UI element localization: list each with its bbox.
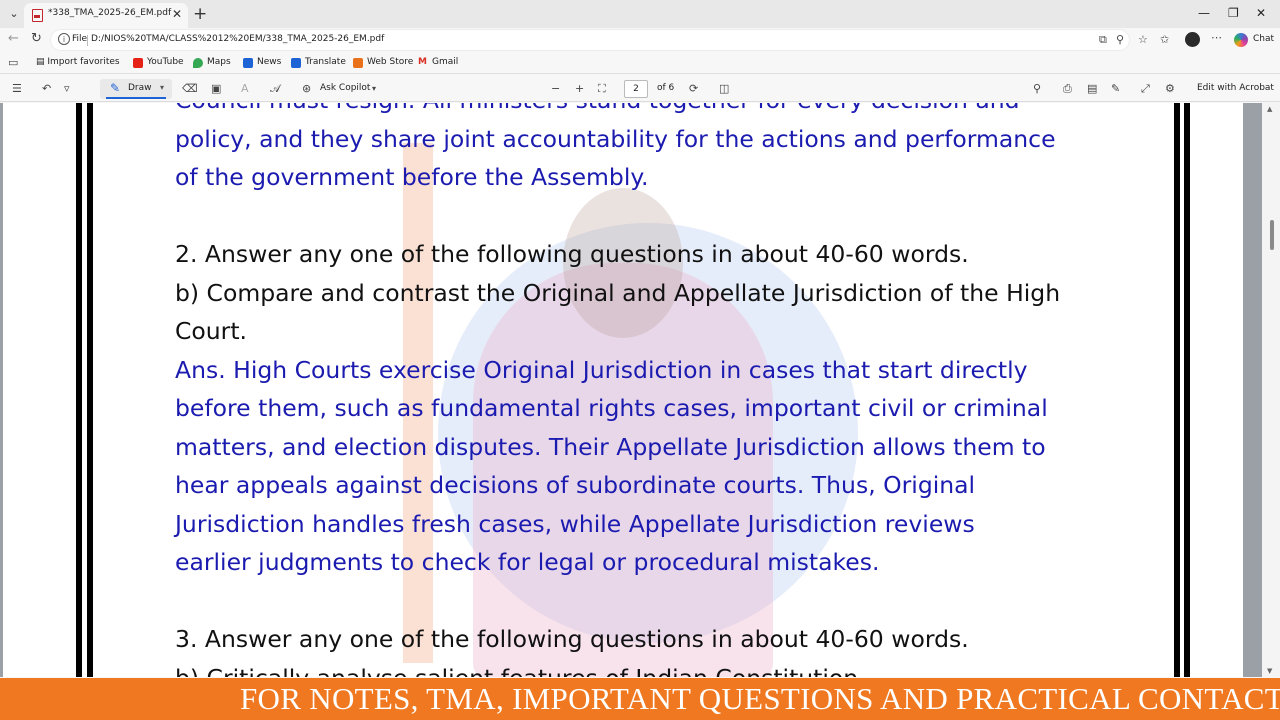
add-text-icon: A <box>241 82 249 95</box>
more-menu-icon[interactable]: ⋯ <box>1211 31 1222 44</box>
erase-icon[interactable]: ⌫ <box>182 82 198 95</box>
print-icon[interactable]: ⎙ <box>1063 82 1072 96</box>
document-line: Council must resign. All ministers stand… <box>175 103 1020 120</box>
document-line: Court. <box>175 317 248 345</box>
document-line: matters, and election disputes. Their Ap… <box>175 432 1046 461</box>
address-scheme: File <box>72 34 88 44</box>
ask-copilot-icon[interactable]: ⊛ <box>302 82 311 95</box>
draw-button[interactable]: ✎ Draw ▾ <box>100 79 172 99</box>
page-border-left-outer <box>76 103 82 677</box>
zoom-icon[interactable]: ⚲ <box>1116 33 1124 46</box>
gmail-icon: M <box>418 57 427 67</box>
address-bar[interactable]: i File D:/NIOS%20TMA/CLASS%2012%20EM/338… <box>50 29 1130 51</box>
favorites-star-icon[interactable]: ☆ <box>1138 33 1148 46</box>
settings-gear-icon[interactable]: ⚙ <box>1165 82 1175 95</box>
profile-avatar[interactable] <box>1185 32 1200 47</box>
page-number-input[interactable]: 2 <box>624 80 648 98</box>
document-line: earlier judgments to check for legal or … <box>175 548 880 576</box>
minimize-icon[interactable]: — <box>1198 6 1210 20</box>
import-icon: ▤ <box>36 57 45 67</box>
pen-icon: ✎ <box>110 81 121 95</box>
zoom-in-icon[interactable]: + <box>575 82 584 95</box>
document-line: b) Compare and contrast the Original and… <box>175 278 1061 307</box>
document-line: Ans. High Courts exercise Original Juris… <box>175 355 1028 384</box>
scroll-down-icon[interactable]: ▼ <box>1267 667 1272 675</box>
favorite-web-store[interactable]: Web Store <box>367 57 413 67</box>
address-url[interactable]: D:/NIOS%20TMA/CLASS%2012%20EM/338_TMA_20… <box>91 34 384 44</box>
favorites-list-icon[interactable]: ✩ <box>1160 33 1169 46</box>
tab-pdf-document[interactable]: *338_TMA_2025-26_EM.pdf ✕ <box>24 3 188 28</box>
tab-strip: ⌄ *338_TMA_2025-26_EM.pdf ✕ + — ❐ ✕ <box>0 0 1280 28</box>
refresh-icon[interactable]: ↻ <box>31 31 42 46</box>
info-icon[interactable]: i <box>58 33 70 45</box>
address-separator <box>87 35 88 46</box>
promo-banner-text: FOR NOTES, TMA, IMPORTANT QUESTIONS AND … <box>240 681 1280 716</box>
copilot-icon[interactable] <box>1234 33 1248 47</box>
chevron-down-icon: ▾ <box>160 83 165 92</box>
app-available-icon[interactable]: ⧉ <box>1099 33 1107 47</box>
translate-icon <box>291 58 301 68</box>
read-aloud-icon[interactable]: 𝒜 <box>270 82 280 96</box>
scrollbar-thumb[interactable] <box>1270 220 1274 250</box>
sidebar-toggle-icon[interactable]: ▭ <box>8 56 18 69</box>
document-line: 3. Answer any one of the following quest… <box>175 625 969 653</box>
document-viewer[interactable]: Council must resign. All ministers stand… <box>0 103 1280 677</box>
favorite-youtube[interactable]: YouTube <box>147 57 184 67</box>
pdf-file-icon <box>32 9 43 22</box>
highlight-icon[interactable]: ▿ <box>64 82 70 95</box>
document-line: before them, such as fundamental rights … <box>175 394 1048 422</box>
text-box-icon[interactable]: ▣ <box>211 82 221 95</box>
contents-list-icon[interactable]: ☰ <box>12 82 22 95</box>
search-icon[interactable]: ⚲ <box>1033 82 1041 95</box>
tab-close-icon[interactable]: ✕ <box>172 7 182 21</box>
document-line: policy, and they share joint accountabil… <box>175 124 1056 153</box>
news-icon <box>243 58 253 68</box>
address-row: ← ↻ i File D:/NIOS%20TMA/CLASS%2012%20EM… <box>0 28 1280 52</box>
page-view-icon[interactable]: ◫ <box>719 82 729 95</box>
page-border-left-inner <box>87 103 93 677</box>
ask-copilot-label[interactable]: Ask Copilot <box>320 83 370 93</box>
copilot-chevron-icon[interactable]: ▾ <box>372 84 376 93</box>
save-icon[interactable]: ▤ <box>1087 82 1097 95</box>
maps-icon <box>193 58 203 68</box>
new-tab-plus-icon[interactable]: + <box>193 4 207 24</box>
favorite-maps[interactable]: Maps <box>207 57 231 67</box>
window-close-icon[interactable]: ✕ <box>1256 6 1266 20</box>
zoom-out-icon[interactable]: − <box>551 82 560 95</box>
favorites-bar: ▭ ▤ Import favorites YouTube Maps News T… <box>0 53 1280 74</box>
document-line: 2. Answer any one of the following quest… <box>175 240 969 268</box>
undo-icon[interactable]: ↶ <box>42 82 51 95</box>
fit-page-icon[interactable]: ⛶ <box>598 82 606 96</box>
favorite-gmail[interactable]: Gmail <box>432 57 458 67</box>
scroll-up-icon[interactable]: ▲ <box>1267 105 1272 113</box>
favorite-import[interactable]: ▤ Import favorites <box>36 57 120 67</box>
document-line: b) Critically analyse salient features o… <box>175 659 866 678</box>
document-line: hear appeals against decisions of subord… <box>175 471 976 499</box>
maximize-icon[interactable]: ❐ <box>1228 6 1239 20</box>
promo-banner: FOR NOTES, TMA, IMPORTANT QUESTIONS AND … <box>0 678 1280 720</box>
webstore-icon <box>353 58 363 68</box>
edit-with-acrobat-button[interactable]: Edit with Acrobat <box>1197 83 1274 93</box>
page-border-right-outer <box>1184 103 1190 677</box>
youtube-icon <box>133 58 143 68</box>
full-screen-icon[interactable]: ⤢ <box>1141 82 1150 96</box>
tab-actions-chevron-icon[interactable]: ⌄ <box>6 6 22 22</box>
chat-label[interactable]: Chat <box>1253 34 1274 44</box>
document-line: Jurisdiction handles fresh cases, while … <box>175 509 975 538</box>
vertical-scrollbar[interactable]: ▲ ▼ <box>1262 103 1280 677</box>
pdf-page: Council must resign. All ministers stand… <box>3 103 1243 677</box>
pdf-toolbar: ☰ ↶ ▿ ✎ Draw ▾ ⌫ ▣ A 𝒜 ⊛ Ask Copilot ▾ −… <box>0 76 1280 102</box>
save-as-icon[interactable]: ✎ <box>1111 82 1120 95</box>
draw-label: Draw <box>128 83 152 93</box>
favorite-news[interactable]: News <box>257 57 281 67</box>
draw-active-indicator <box>106 97 166 99</box>
document-line: of the government before the Assembly. <box>175 163 649 191</box>
back-arrow-icon[interactable]: ← <box>8 31 19 46</box>
page-total: of 6 <box>657 83 675 93</box>
tab-title: *338_TMA_2025-26_EM.pdf <box>48 8 172 18</box>
page-border-right-inner <box>1174 103 1180 677</box>
rotate-icon[interactable]: ⟳ <box>689 82 698 95</box>
favorite-label: Import favorites <box>47 57 120 67</box>
favorite-translate[interactable]: Translate <box>305 57 346 67</box>
